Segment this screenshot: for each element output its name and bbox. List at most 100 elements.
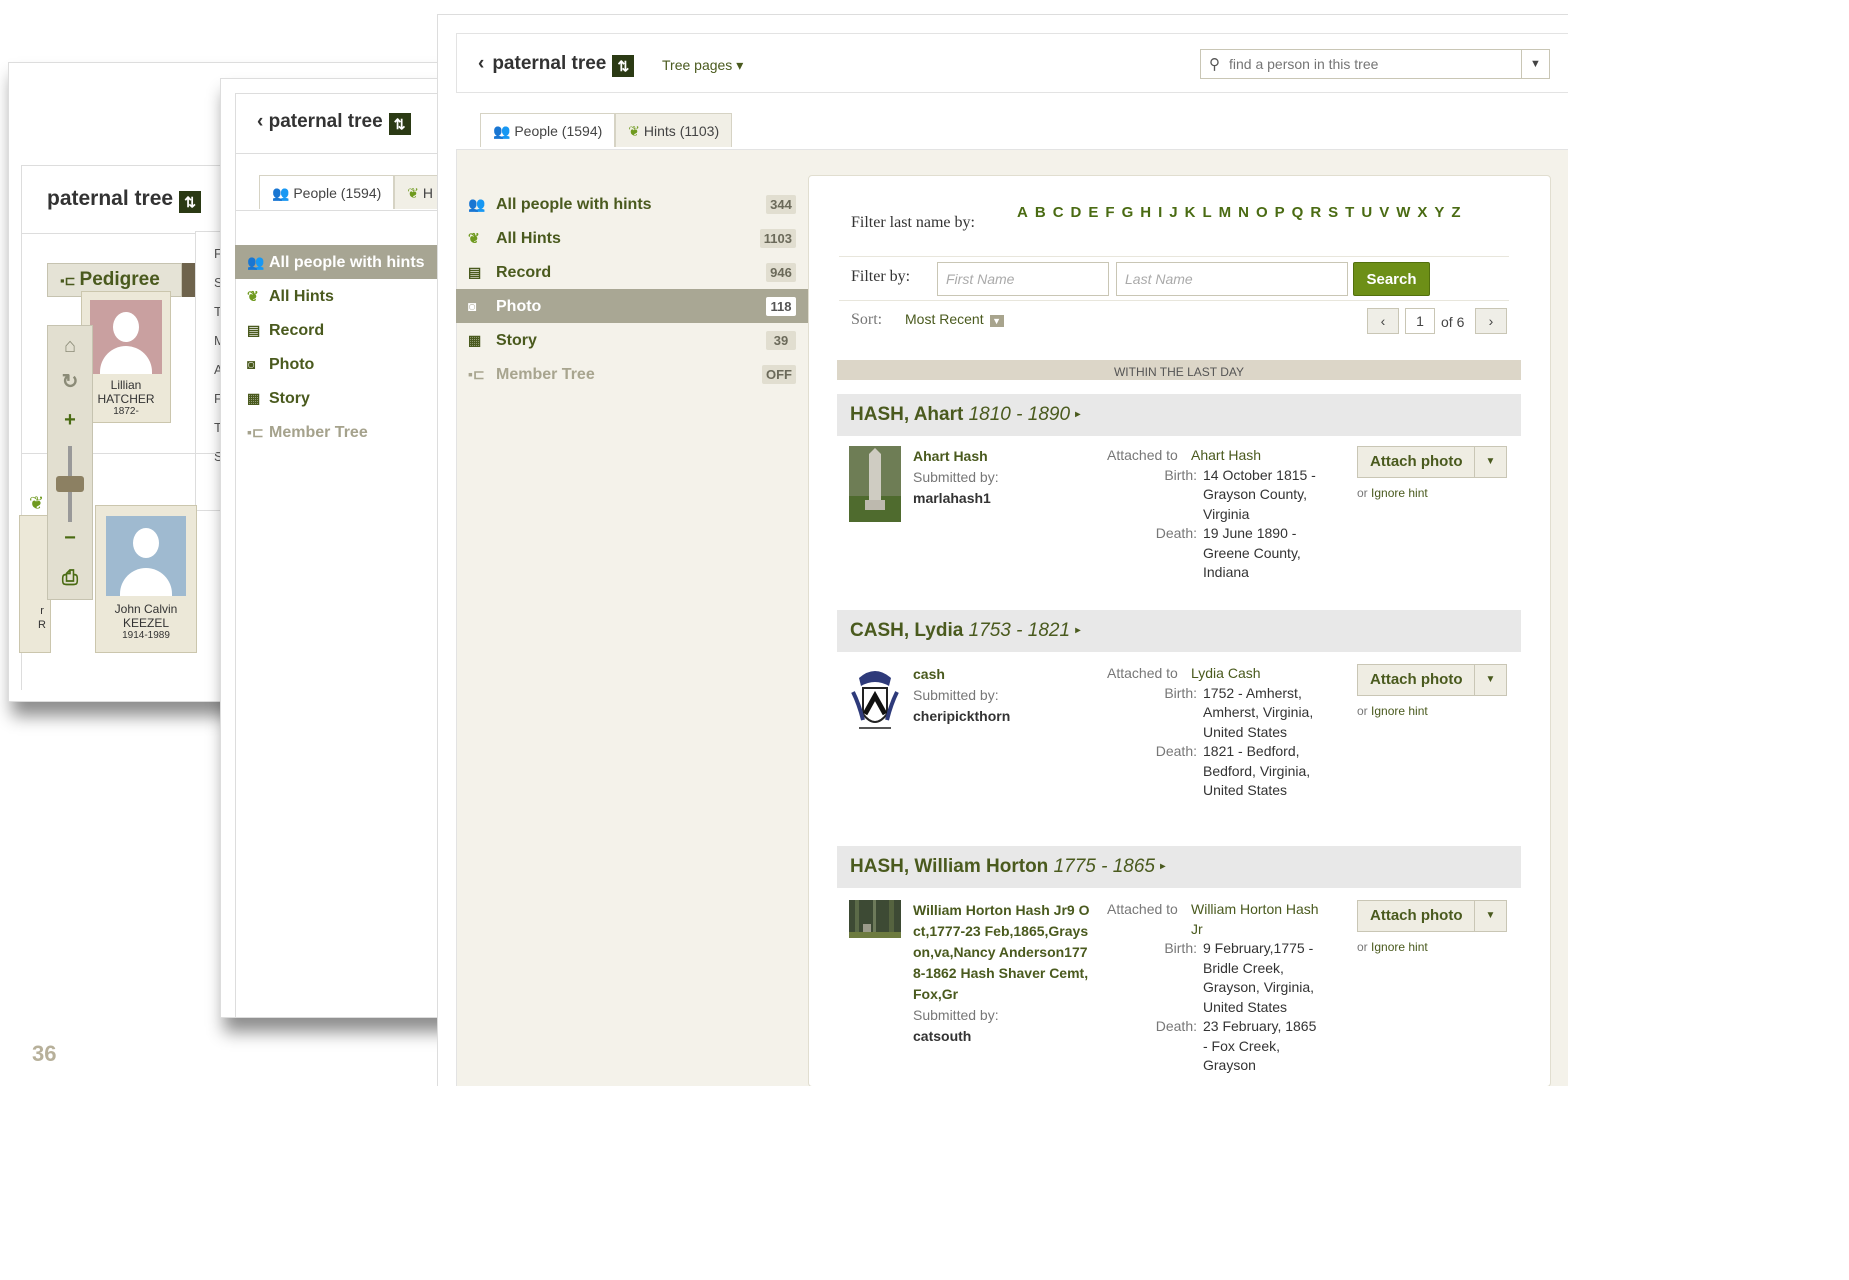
print-icon[interactable]: ⎙ xyxy=(52,562,88,594)
letter-filter-item[interactable]: Q xyxy=(1292,204,1304,221)
letter-filter-item[interactable]: C xyxy=(1053,204,1064,221)
letter-filter-item[interactable]: K xyxy=(1185,204,1196,221)
attached-person-link[interactable]: William Horton Hash Jr xyxy=(1191,900,1319,939)
leaf-icon: ❦ xyxy=(407,185,423,201)
tree-icon: ⇅ xyxy=(388,113,411,135)
person-card-lillian[interactable]: Lillian HATCHER 1872- xyxy=(81,291,171,423)
cemetery-photo-thumbnail[interactable] xyxy=(849,900,901,938)
chevron-down-icon[interactable]: ▼ xyxy=(1474,665,1506,695)
letter-filter-item[interactable]: I xyxy=(1158,204,1162,221)
tab-people[interactable]: 👥 People (1594) xyxy=(259,175,395,209)
death-value: 1821 - Bedford, Bedford, Virginia, Unite… xyxy=(1203,743,1311,798)
search-button[interactable]: Search xyxy=(1353,262,1430,296)
sidebar-item-all-people[interactable]: 👥 All people with hints 344 xyxy=(456,187,808,221)
home-icon[interactable]: ⌂ xyxy=(52,330,88,362)
letter-filter-item[interactable]: P xyxy=(1275,204,1285,221)
submitter-name[interactable]: marlahash1 xyxy=(913,488,1095,509)
chevron-down-icon[interactable]: ▼ xyxy=(1521,50,1549,78)
ignore-hint-link[interactable]: Ignore hint xyxy=(1371,940,1428,954)
attach-photo-button[interactable]: Attach photo ▼ xyxy=(1357,900,1507,932)
letter-filter-item[interactable]: R xyxy=(1310,204,1321,221)
attached-person-link[interactable]: Ahart Hash xyxy=(1191,446,1319,466)
letter-filter-item[interactable]: G xyxy=(1122,204,1134,221)
prev-page-button[interactable]: ‹ xyxy=(1367,308,1399,334)
back-link[interactable]: ‹ paternal tree ⇅ xyxy=(257,111,411,135)
tab-hints[interactable]: ❦ Hints (1103) xyxy=(615,113,733,147)
hint-title[interactable]: cash xyxy=(913,664,1095,685)
sidebar-item-photo[interactable]: ◙ Photo xyxy=(235,347,459,381)
letter-filter-item[interactable]: J xyxy=(1169,204,1177,221)
letter-filter-item[interactable]: M xyxy=(1219,204,1232,221)
ignore-hint-link[interactable]: Ignore hint xyxy=(1371,704,1428,718)
coat-of-arms-thumbnail[interactable] xyxy=(849,664,901,740)
sidebar-item-all-people[interactable]: 👥 All people with hints xyxy=(235,245,459,279)
chevron-down-icon[interactable]: ▼ xyxy=(1474,901,1506,931)
search-icon: ⚲ xyxy=(1209,56,1220,73)
sidebar-item-story[interactable]: ▦ Story 39 xyxy=(456,323,808,357)
attach-photo-button[interactable]: Attach photo ▼ xyxy=(1357,664,1507,696)
person-header[interactable]: CASH, Lydia 1753 - 1821 ▸ xyxy=(837,610,1521,652)
letter-filter-item[interactable]: V xyxy=(1379,204,1389,221)
next-page-button[interactable]: › xyxy=(1475,308,1507,334)
filter-last-name-label: Filter last name by: xyxy=(851,214,975,231)
leaf-hint-icon[interactable]: ❦ xyxy=(29,493,49,513)
hint-photo-thumbnail[interactable] xyxy=(849,446,901,522)
ignore-hint: or Ignore hint xyxy=(1357,940,1428,954)
letter-filter-item[interactable]: Y xyxy=(1434,204,1444,221)
letter-filter-item[interactable]: L xyxy=(1202,204,1211,221)
letter-filter-item[interactable]: D xyxy=(1071,204,1082,221)
sort-select[interactable]: Most Recent ▼ xyxy=(905,311,1004,327)
sidebar-item-story[interactable]: ▦ Story xyxy=(235,381,459,415)
letter-filter-item[interactable]: N xyxy=(1238,204,1249,221)
letter-filter-item[interactable]: A xyxy=(1017,204,1028,221)
pedigree-icon: ▪⊏ xyxy=(60,273,76,288)
person-header[interactable]: HASH, Ahart 1810 - 1890 ▸ xyxy=(837,394,1521,436)
letter-filter-item[interactable]: E xyxy=(1088,204,1098,221)
sidebar-item-all-hints[interactable]: ❦ All Hints xyxy=(235,279,459,313)
letter-filter-item[interactable]: Z xyxy=(1451,204,1460,221)
death-label: Death: xyxy=(1155,743,1197,759)
letter-filter-item[interactable]: F xyxy=(1105,204,1114,221)
letter-filter-item[interactable]: H xyxy=(1140,204,1151,221)
hints-panel-main: ‹paternal tree⇅ Tree pages ▾ ⚲ ▼ 👥 Peopl… xyxy=(437,14,1568,1086)
sidebar-item-member-tree[interactable]: ▪⊏ Member Tree xyxy=(235,415,459,449)
sidebar-item-photo[interactable]: ◙ Photo 118 xyxy=(456,289,808,323)
attached-to-label: Attached to xyxy=(1107,447,1178,463)
page-number-field[interactable]: 1 xyxy=(1405,308,1435,334)
tab-people[interactable]: 👥 People (1594) xyxy=(480,113,616,147)
submitter-name[interactable]: catsouth xyxy=(913,1026,1095,1047)
first-name-field[interactable] xyxy=(937,262,1109,296)
person-header[interactable]: HASH, William Horton 1775 - 1865 ▸ xyxy=(837,846,1521,888)
sidebar-item-all-hints[interactable]: ❦ All Hints 1103 xyxy=(456,221,808,255)
hint-title[interactable]: William Horton Hash Jr9 Oct,1777-23 Feb,… xyxy=(913,900,1095,1005)
hint-title[interactable]: Ahart Hash xyxy=(913,446,1095,467)
letter-filter-item[interactable]: O xyxy=(1256,204,1268,221)
birth-value: 14 October 1815 - Grayson County, Virgin… xyxy=(1203,466,1316,522)
ignore-hint-link[interactable]: Ignore hint xyxy=(1371,486,1428,500)
submitter-name[interactable]: cheripickthorn xyxy=(913,706,1095,727)
last-name-field[interactable] xyxy=(1116,262,1348,296)
letter-filter-item[interactable]: S xyxy=(1328,204,1338,221)
hints-sidebar: 👥 All people with hints ❦ All Hints ▤ Recor… xyxy=(235,245,459,449)
search-input[interactable] xyxy=(1229,54,1509,74)
person-photo-placeholder xyxy=(106,516,186,596)
letter-filter-item[interactable]: U xyxy=(1361,204,1372,221)
letter-filter-item[interactable]: X xyxy=(1417,204,1427,221)
chevron-down-icon[interactable]: ▼ xyxy=(1474,447,1506,477)
letter-filter-item[interactable]: T xyxy=(1345,204,1354,221)
zoom-out-icon[interactable]: − xyxy=(52,522,88,554)
letter-filter-item[interactable]: W xyxy=(1396,204,1410,221)
zoom-slider-handle[interactable] xyxy=(56,476,84,492)
attached-person-link[interactable]: Lydia Cash xyxy=(1191,664,1319,684)
zoom-in-icon[interactable]: + xyxy=(52,404,88,436)
letter-filter-item[interactable]: B xyxy=(1035,204,1046,221)
person-card-john[interactable]: John Calvin KEEZEL 1914-1989 xyxy=(95,505,197,653)
back-link[interactable]: ‹ paternal tree ⇅ xyxy=(478,53,635,77)
sidebar-item-member-tree[interactable]: ▪⊏ Member Tree OFF xyxy=(456,357,808,391)
hints-panel-middle: ‹ paternal tree ⇅ 👥 People (1594) ❦ H 👥 All… xyxy=(220,78,460,1018)
sidebar-item-record[interactable]: ▤ Record xyxy=(235,313,459,347)
refresh-icon[interactable]: ↻ xyxy=(52,366,88,398)
sidebar-item-record[interactable]: ▤ Record 946 xyxy=(456,255,808,289)
attach-photo-button[interactable]: Attach photo ▼ xyxy=(1357,446,1507,478)
tree-pages-menu[interactable]: Tree pages ▾ xyxy=(662,57,743,74)
